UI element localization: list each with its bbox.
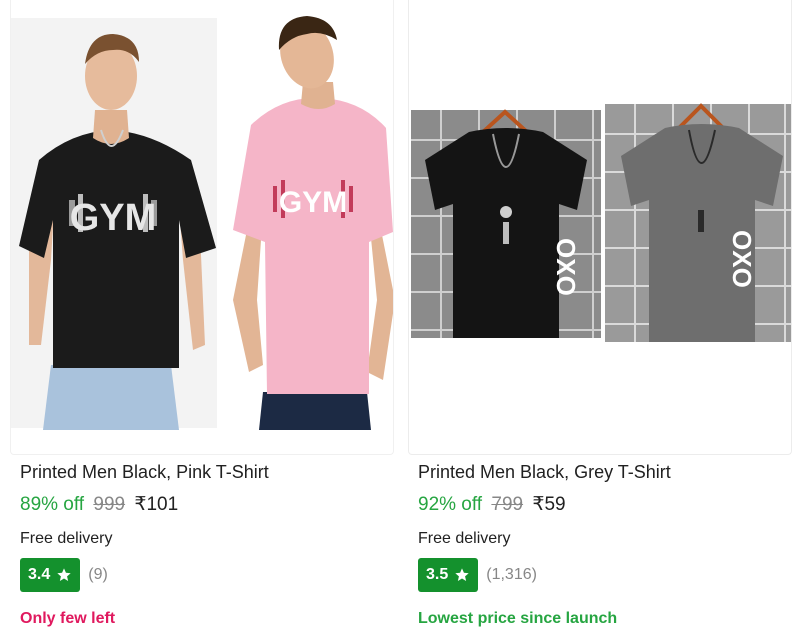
rating-row: 3.5 (1,316): [418, 558, 537, 592]
product-card[interactable]: OXO OXO Printed Men Black, Grey T-Shirt …: [408, 0, 792, 641]
svg-text:OXO: OXO: [727, 230, 757, 288]
rating-count: (9): [88, 566, 108, 583]
rating-badge: 3.5: [418, 558, 479, 592]
delivery-info: Free delivery: [418, 530, 511, 547]
selling-price: ₹59: [532, 494, 566, 515]
discount-label: 92% off: [418, 494, 483, 515]
product-image[interactable]: GYM GYM: [10, 0, 394, 455]
product-title[interactable]: Printed Men Black, Pink T-Shirt: [20, 462, 269, 483]
original-price: 999: [93, 494, 126, 515]
rating-row: 3.4 (9): [20, 558, 108, 592]
rating-count: (1,316): [486, 566, 537, 583]
selling-price: ₹101: [134, 494, 179, 515]
discount-label: 89% off: [20, 494, 85, 515]
rating-badge: 3.4: [20, 558, 81, 592]
rating-value: 3.4: [28, 566, 51, 583]
product-photo: GYM GYM: [11, 0, 393, 430]
black-tshirt-photo: OXO: [411, 109, 601, 338]
price-row: 89% off 999 ₹101: [20, 493, 178, 516]
delivery-info: Free delivery: [20, 530, 113, 547]
product-photo: OXO OXO: [411, 103, 791, 342]
price-row: 92% off 799 ₹59: [418, 493, 566, 516]
svg-text:GYM: GYM: [279, 186, 347, 219]
star-icon: [57, 568, 71, 581]
product-card[interactable]: GYM GYM Printed Men Black, Pink T-Shirt …: [10, 0, 394, 641]
svg-text:GYM: GYM: [70, 197, 157, 239]
grey-tshirt-photo: OXO: [605, 103, 791, 342]
rating-value: 3.5: [426, 566, 449, 583]
price-tag: Lowest price since launch: [418, 610, 618, 627]
svg-text:OXO: OXO: [551, 238, 581, 296]
stock-tag: Only few left: [20, 610, 116, 627]
product-image[interactable]: OXO OXO: [408, 0, 792, 455]
star-icon: [455, 568, 469, 581]
product-title[interactable]: Printed Men Black, Grey T-Shirt: [418, 462, 671, 483]
original-price: 799: [491, 494, 524, 515]
